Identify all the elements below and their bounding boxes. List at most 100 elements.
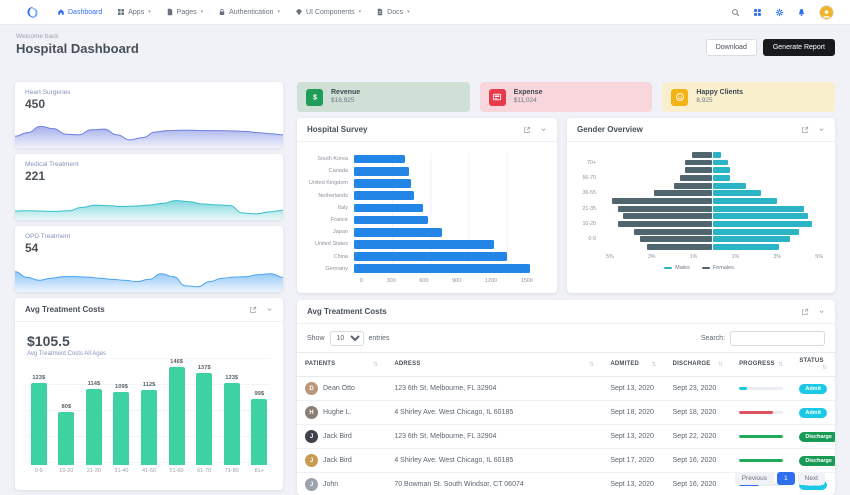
nav-item-label: Dashboard (68, 9, 102, 16)
sort-icon: ⇅ (822, 364, 827, 371)
legend-item: Males (664, 265, 690, 271)
stat-text: Happy Clients8,925 (696, 89, 743, 106)
external-link-icon[interactable] (801, 126, 809, 134)
avg-cost-subtitle: Avg Treatment Costs All Ages (15, 349, 283, 357)
males-bar (713, 229, 800, 235)
pyramid-row (575, 243, 823, 251)
pagination-next[interactable]: Next (798, 472, 825, 485)
stat-card-expense: Expense$11,024 (480, 82, 653, 112)
grid-icon[interactable] (753, 8, 762, 17)
bar-track (354, 153, 545, 165)
males-bar (713, 236, 791, 242)
external-link-icon[interactable] (801, 308, 809, 316)
download-button[interactable]: Download (706, 39, 757, 56)
progress-fill (739, 459, 783, 462)
gear-icon[interactable] (775, 8, 784, 17)
home-icon (57, 8, 65, 16)
column-header-admited[interactable]: Admited⇅ (602, 353, 664, 377)
bar-value-label: 137$ (198, 365, 211, 371)
cost-stack: 137$ (193, 358, 215, 465)
chevron-down-icon[interactable] (818, 126, 825, 133)
y-axis-label: United States (307, 241, 354, 247)
cell-admitted: Sept 18, 2020 (602, 401, 664, 425)
pagination-page-1[interactable]: 1 (777, 472, 795, 485)
x-tick-label: 1200 (485, 278, 497, 284)
y-axis-label: South Korea (307, 156, 354, 162)
males-bar (713, 167, 731, 173)
user-avatar[interactable] (819, 5, 834, 20)
nav-item-authentication[interactable]: Authentication▾ (218, 8, 280, 16)
nav-item-label: Pages (177, 9, 197, 16)
smiley-icon (671, 89, 688, 106)
avatar: H (305, 406, 318, 419)
brand-logo-icon[interactable] (26, 6, 39, 19)
cell-admitted: Sept 13, 2020 (602, 377, 664, 401)
opd-treatment-card: OPD Treatment 54 (15, 226, 283, 292)
legend: Males Females (575, 260, 823, 271)
column-header-status[interactable]: Status⇅ (791, 353, 835, 377)
column-header-patients[interactable]: Patients⇅ (297, 353, 386, 377)
y-axis-label: China (307, 254, 354, 260)
nav-item-dashboard[interactable]: Dashboard (57, 8, 102, 16)
column-header-discharge[interactable]: Discharge⇅ (665, 353, 731, 377)
cost-stack: 109$ (111, 358, 133, 465)
x-tick-label: 10-20 (56, 465, 78, 476)
column-header-adress[interactable]: Adress⇅ (386, 353, 602, 377)
column-label: Patients (305, 361, 335, 367)
cost-stack: 123$ (221, 358, 243, 465)
cell-status: Discharge (791, 449, 835, 473)
header-actions: Download Generate Report (706, 39, 835, 56)
welcome-text: Welcome back (16, 33, 59, 40)
external-link-icon[interactable] (249, 306, 257, 314)
bar-value-label: 114$ (88, 381, 101, 387)
table-search-input[interactable] (730, 331, 825, 346)
nav-item-pages[interactable]: Pages ▾ (166, 8, 203, 16)
cell-status: Admit (791, 401, 835, 425)
chevron-down-icon[interactable] (818, 308, 825, 315)
cell-progress (731, 449, 791, 473)
cost-stack: 146$ (166, 358, 188, 465)
y-axis-label: Germany (307, 266, 354, 272)
page-size-select[interactable]: 10 (330, 331, 364, 346)
cell-status: Admit (791, 377, 835, 401)
bar-value-label: 112$ (143, 382, 156, 388)
stat-title: Revenue (331, 89, 360, 98)
nav-item-label: Apps (128, 9, 144, 16)
x-tick-label: 41-50 (138, 465, 160, 476)
bell-icon[interactable] (797, 8, 806, 17)
bar (31, 383, 47, 465)
column-header-progress[interactable]: Progress⇅ (731, 353, 791, 377)
nav-item-ui-components[interactable]: UI Components▾ (295, 8, 361, 16)
external-link-icon[interactable] (523, 126, 531, 134)
generate-report-button[interactable]: Generate Report (763, 39, 835, 56)
chevron-down-icon[interactable] (540, 126, 547, 133)
bar-value-label: 80$ (62, 404, 72, 410)
bar (141, 390, 157, 465)
chevron-down-icon: ▾ (201, 9, 204, 15)
x-axis: 5%3%1%1%3%5% (606, 251, 823, 260)
pagination-previous[interactable]: Previous (735, 472, 774, 485)
kpi-title: Medical Treatment (15, 154, 283, 168)
bar-track (601, 190, 823, 196)
legend-item: Females (702, 265, 734, 271)
progress-bar (739, 435, 783, 438)
survey-row: United States (307, 238, 545, 250)
bar (196, 373, 212, 465)
survey-row: France (307, 214, 545, 226)
nav-item-apps[interactable]: Apps▾ (117, 8, 150, 16)
cost-stack: 123$ (28, 358, 50, 465)
females-bar (654, 190, 712, 196)
y-axis-label: United Kingdom (307, 180, 354, 186)
bar-track (601, 229, 823, 235)
x-tick-label: 900 (452, 278, 461, 284)
y-axis-label: France (307, 217, 354, 223)
females-bar (692, 152, 712, 158)
patient-cell: HHughe L. (305, 406, 378, 419)
x-tick-label: 81+ (249, 465, 271, 476)
search-icon[interactable] (731, 8, 740, 17)
bar-track (601, 183, 823, 189)
pyramid-row (575, 213, 823, 221)
chevron-down-icon[interactable] (266, 306, 273, 313)
nav-item-docs[interactable]: Docs▾ (376, 8, 409, 16)
bar-value-label: 123$ (32, 375, 45, 381)
